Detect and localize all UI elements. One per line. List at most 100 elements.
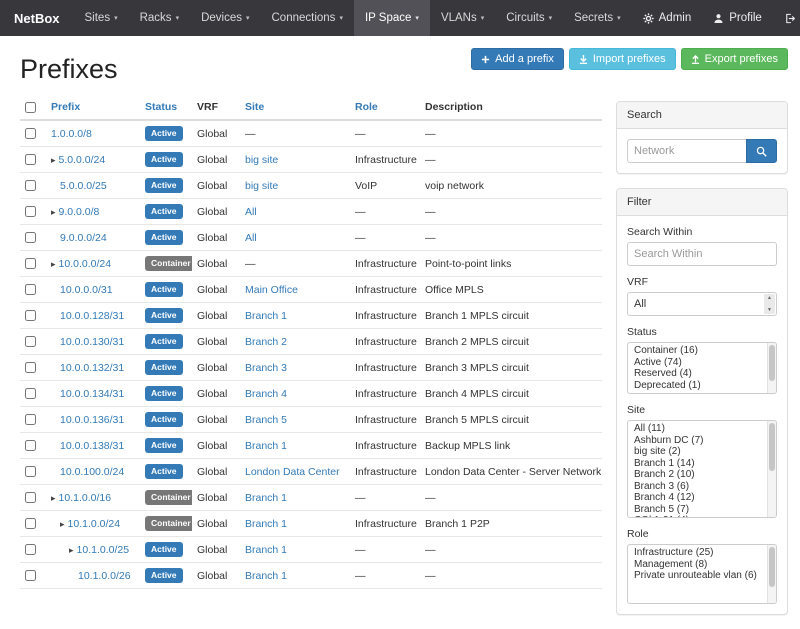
filter-option[interactable]: Branch 1 (14) [628, 458, 766, 470]
nav-item-racks[interactable]: Racks▾ [129, 0, 190, 36]
add-prefix-button[interactable]: Add a prefix [471, 48, 564, 70]
prefix-link[interactable]: 10.0.0.130/31 [60, 336, 124, 348]
row-checkbox[interactable] [25, 258, 36, 269]
nav-item-ip-space[interactable]: IP Space▾ [354, 0, 430, 36]
prefix-link[interactable]: 1.0.0.0/8 [51, 128, 92, 140]
prefix-link[interactable]: 5.0.0.0/24 [59, 154, 106, 166]
prefix-link[interactable]: 10.0.0.132/31 [60, 362, 124, 374]
prefix-link[interactable]: 10.0.0.128/31 [60, 310, 124, 322]
site-link[interactable]: All [245, 206, 257, 218]
row-checkbox[interactable] [25, 284, 36, 295]
prefix-link[interactable]: 10.1.0.0/26 [78, 570, 131, 582]
filter-option[interactable]: Branch 5 (7) [628, 504, 766, 516]
row-checkbox[interactable] [25, 154, 36, 165]
filter-option[interactable]: Private unrouteable vlan (6) [628, 570, 766, 582]
nav-item-profile[interactable]: Profile [702, 0, 773, 36]
nav-item-devices[interactable]: Devices▾ [190, 0, 260, 36]
select-all-checkbox[interactable] [25, 102, 36, 113]
row-checkbox[interactable] [25, 492, 36, 503]
search-input[interactable] [627, 139, 747, 163]
site-link[interactable]: Branch 1 [245, 310, 287, 322]
site-link[interactable]: Branch 5 [245, 414, 287, 426]
column-header-prefix[interactable]: Prefix [46, 95, 140, 120]
nav-item-secrets[interactable]: Secrets▾ [563, 0, 632, 36]
prefix-link[interactable]: 10.0.0.0/31 [60, 284, 113, 296]
filter-option[interactable]: Branch 4 (12) [628, 492, 766, 504]
search-button[interactable] [746, 139, 777, 163]
row-checkbox[interactable] [25, 388, 36, 399]
row-checkbox[interactable] [25, 180, 36, 191]
filter-option[interactable]: Branch 2 (10) [628, 469, 766, 481]
filter-option[interactable]: COl 1-21 (4) [628, 515, 766, 518]
export-prefixes-button[interactable]: Export prefixes [681, 48, 788, 70]
filter-option[interactable]: big site (2) [628, 446, 766, 458]
filter-option[interactable]: Infrastructure (25) [628, 547, 766, 559]
prefix-link[interactable]: 5.0.0.0/25 [60, 180, 107, 192]
filter-option[interactable]: Deprecated (1) [628, 380, 766, 392]
row-checkbox[interactable] [25, 414, 36, 425]
scrollbar[interactable] [767, 421, 776, 517]
prefix-link[interactable]: 10.0.100.0/24 [60, 466, 124, 478]
row-checkbox[interactable] [25, 206, 36, 217]
site-link[interactable]: Main Office [245, 284, 298, 296]
row-checkbox[interactable] [25, 570, 36, 581]
site-link[interactable]: Branch 3 [245, 362, 287, 374]
site-listbox[interactable]: All (11)Ashburn DC (7)big site (2)Branch… [627, 420, 777, 518]
filter-option[interactable]: Management (8) [628, 559, 766, 571]
row-checkbox[interactable] [25, 544, 36, 555]
prefix-link[interactable]: 9.0.0.0/24 [60, 232, 107, 244]
column-header-status[interactable]: Status [140, 95, 192, 120]
prefix-link[interactable]: 10.0.0.136/31 [60, 414, 124, 426]
import-prefixes-button[interactable]: Import prefixes [569, 48, 676, 70]
site-link[interactable]: big site [245, 180, 278, 192]
status-listbox[interactable]: Container (16)Active (74)Reserved (4)Dep… [627, 342, 777, 394]
scrollbar[interactable] [767, 545, 776, 603]
nav-item-connections[interactable]: Connections▾ [261, 0, 354, 36]
brand[interactable]: NetBox [0, 0, 74, 36]
prefix-link[interactable]: 10.0.0.0/24 [59, 258, 112, 270]
site-link[interactable]: All [245, 232, 257, 244]
nav-item-logout[interactable]: Log out [773, 0, 800, 36]
filter-option[interactable]: Ashburn DC (7) [628, 435, 766, 447]
prefix-link[interactable]: 10.1.0.0/24 [68, 518, 121, 530]
prefix-link[interactable]: 9.0.0.0/8 [59, 206, 100, 218]
search-within-input[interactable] [627, 242, 777, 266]
vrf-select[interactable]: All ▲▼ [627, 292, 777, 316]
filter-option[interactable]: All (11) [628, 423, 766, 435]
prefix-link[interactable]: 10.0.0.134/31 [60, 388, 124, 400]
nav-item-admin[interactable]: Admin [632, 0, 703, 36]
table-row: 10.1.0.0/26ActiveGlobalBranch 1—— [20, 563, 602, 589]
row-checkbox[interactable] [25, 336, 36, 347]
site-link[interactable]: big site [245, 154, 278, 166]
site-link[interactable]: Branch 1 [245, 518, 287, 530]
row-checkbox[interactable] [25, 362, 36, 373]
row-checkbox[interactable] [25, 440, 36, 451]
prefix-link[interactable]: 10.0.0.138/31 [60, 440, 124, 452]
column-header-role[interactable]: Role [350, 95, 420, 120]
vrf-cell: Global [192, 511, 240, 537]
site-link[interactable]: Branch 1 [245, 492, 287, 504]
site-link[interactable]: Branch 1 [245, 544, 287, 556]
site-link[interactable]: Branch 4 [245, 388, 287, 400]
nav-item-circuits[interactable]: Circuits▾ [495, 0, 563, 36]
row-checkbox[interactable] [25, 232, 36, 243]
role-listbox[interactable]: Infrastructure (25)Management (8)Private… [627, 544, 777, 604]
column-header-site[interactable]: Site [240, 95, 350, 120]
nav-item-vlans[interactable]: VLANs▾ [430, 0, 495, 36]
filter-option[interactable]: Reserved (4) [628, 368, 766, 380]
nav-item-sites[interactable]: Sites▾ [74, 0, 129, 36]
prefix-link[interactable]: 10.1.0.0/16 [59, 492, 112, 504]
row-checkbox[interactable] [25, 466, 36, 477]
filter-option[interactable]: Branch 3 (6) [628, 481, 766, 493]
row-checkbox[interactable] [25, 128, 36, 139]
scrollbar[interactable] [767, 343, 776, 393]
prefix-link[interactable]: 10.1.0.0/25 [77, 544, 130, 556]
filter-option[interactable]: Container (16) [628, 345, 766, 357]
row-checkbox[interactable] [25, 518, 36, 529]
site-link[interactable]: Branch 1 [245, 570, 287, 582]
site-link[interactable]: Branch 2 [245, 336, 287, 348]
site-link[interactable]: London Data Center [245, 466, 340, 478]
site-link[interactable]: Branch 1 [245, 440, 287, 452]
filter-option[interactable]: Active (74) [628, 357, 766, 369]
row-checkbox[interactable] [25, 310, 36, 321]
